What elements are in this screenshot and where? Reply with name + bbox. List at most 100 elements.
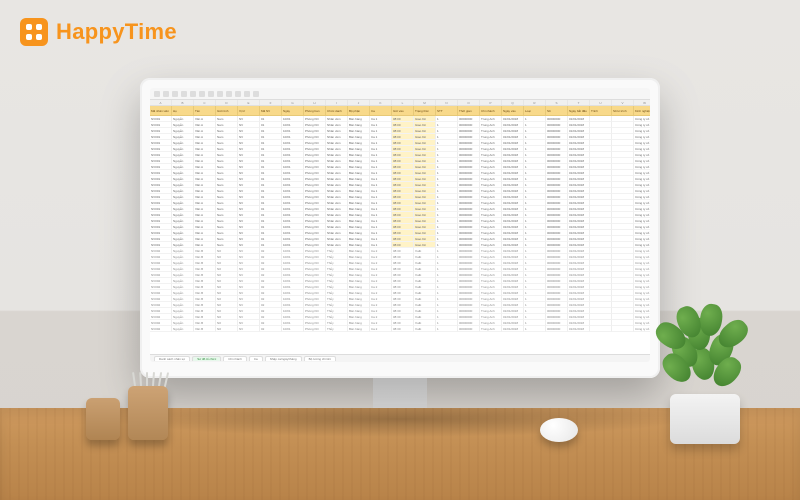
- sheet-tabs: Danh sách nhân sựSơ đồ tổ chứcChi nhánhC…: [150, 354, 650, 362]
- cell: 02: [260, 326, 282, 332]
- header-cell: Trình: [590, 106, 612, 116]
- small-cup: [86, 398, 120, 440]
- brand-logo: HappyTime: [20, 18, 177, 46]
- header-cell: Chức danh: [326, 106, 348, 116]
- column-letter: T: [568, 100, 590, 105]
- header-cell: Trạng thái: [414, 106, 436, 116]
- tool-icon: [235, 91, 241, 97]
- column-letter: A: [150, 100, 172, 105]
- tool-icon: [163, 91, 169, 97]
- brand-icon: [20, 18, 48, 46]
- header-row: Mã nhân viênHọTênGiới tínhVị tríMã NVNgà…: [150, 106, 650, 116]
- column-letter: L: [392, 100, 414, 105]
- column-letter: G: [282, 100, 304, 105]
- tool-icon: [208, 91, 214, 97]
- cell: Xuất: [414, 326, 436, 332]
- column-letter: M: [414, 100, 436, 105]
- header-cell: Bộ phận: [348, 106, 370, 116]
- header-cell: Chi nhánh: [480, 106, 502, 116]
- cell: 01/01/2018: [568, 326, 590, 332]
- column-letter: F: [260, 100, 282, 105]
- column-letter: W: [634, 100, 650, 105]
- column-letter: D: [216, 100, 238, 105]
- table-row: NV002NguyễnVăn BNữNV0210/01Phòng KDThủyB…: [150, 326, 650, 332]
- monitor: ABCDEFGHIJKLMNOPQRSTUVW Mã nhân viênHọTê…: [140, 78, 660, 428]
- column-letter: C: [194, 100, 216, 105]
- sheet-tab[interactable]: Chi nhánh: [223, 356, 247, 361]
- header-cell: Ca: [370, 106, 392, 116]
- sheet-tab[interactable]: Bộ lương chi tiết: [304, 356, 336, 361]
- tool-icon: [190, 91, 196, 97]
- sheet-tab[interactable]: Ca: [249, 356, 263, 361]
- header-cell: Loại: [524, 106, 546, 116]
- column-letter: N: [436, 100, 458, 105]
- monitor-bezel: ABCDEFGHIJKLMNOPQRSTUVW Mã nhân viênHọTê…: [140, 78, 660, 378]
- cell: [612, 326, 634, 332]
- data-rows: NV001NguyễnVăn ANamNV0110/01Phòng KDNhân…: [150, 116, 650, 332]
- column-letter: O: [458, 100, 480, 105]
- computer-mouse: [540, 418, 578, 442]
- cell: Bán hàng: [348, 326, 370, 332]
- column-letter: Q: [502, 100, 524, 105]
- header-cell: Kinh nghiệm: [634, 106, 650, 116]
- tool-icon: [244, 91, 250, 97]
- plant-pot: [670, 394, 740, 444]
- tool-icon: [253, 91, 259, 97]
- column-letter: K: [370, 100, 392, 105]
- cell: Công ty cổ phần ABC: [634, 326, 650, 332]
- header-cell: Vị trí: [238, 106, 260, 116]
- potted-plant: [652, 290, 752, 400]
- header-cell: STT: [436, 106, 458, 116]
- header-cell: Thời gian: [458, 106, 480, 116]
- header-cell: Ngày vào: [502, 106, 524, 116]
- cell: Trung Anh: [480, 326, 502, 332]
- column-letter: V: [612, 100, 634, 105]
- tool-icon: [217, 91, 223, 97]
- cell: 1: [524, 326, 546, 332]
- cell: 00000000: [546, 326, 568, 332]
- cell: 01/01/2018: [502, 326, 524, 332]
- header-cell: Ngày bắt đầu: [568, 106, 590, 116]
- header-cell: Tên: [194, 106, 216, 116]
- tool-icon: [199, 91, 205, 97]
- column-letter: I: [326, 100, 348, 105]
- spreadsheet-screen: ABCDEFGHIJKLMNOPQRSTUVW Mã nhân viênHọTê…: [150, 88, 650, 362]
- header-cell: Số kì trình: [612, 106, 634, 116]
- cell: 10/01: [282, 326, 304, 332]
- header-cell: Mã NV: [260, 106, 282, 116]
- header-cell: Ngày: [282, 106, 304, 116]
- tool-icon: [226, 91, 232, 97]
- cell: Thủy: [326, 326, 348, 332]
- cell: Văn B: [194, 326, 216, 332]
- cell: Nguyễn: [172, 326, 194, 332]
- header-cell: Số: [546, 106, 568, 116]
- sheet-tab[interactable]: Danh sách nhân sự: [154, 356, 190, 361]
- cell: Nữ: [216, 326, 238, 332]
- column-letter: S: [546, 100, 568, 105]
- cell: Ca 2: [370, 326, 392, 332]
- sheet-tab[interactable]: Nhập ca/ngày/tháng: [265, 356, 302, 361]
- tool-icon: [181, 91, 187, 97]
- cell: NV002: [150, 326, 172, 332]
- sheet-tab[interactable]: Sơ đồ tổ chức: [192, 356, 221, 361]
- tool-icon: [172, 91, 178, 97]
- column-letter: J: [348, 100, 370, 105]
- cell: NV: [238, 326, 260, 332]
- cell: 08:30: [392, 326, 414, 332]
- header-cell: Mã nhân viên: [150, 106, 172, 116]
- column-letter: B: [172, 100, 194, 105]
- header-cell: Giờ vào: [392, 106, 414, 116]
- column-letter: H: [304, 100, 326, 105]
- column-letter: U: [590, 100, 612, 105]
- header-cell: Giới tính: [216, 106, 238, 116]
- promo-scene: HappyTime ABCDEFGHIJK: [0, 0, 800, 500]
- column-letter: P: [480, 100, 502, 105]
- spreadsheet-toolbar: [150, 88, 650, 100]
- pencil-holder: [128, 386, 168, 440]
- header-cell: Phòng ban: [304, 106, 326, 116]
- brand-name: HappyTime: [56, 19, 177, 45]
- tool-icon: [154, 91, 160, 97]
- cell: Phòng KD: [304, 326, 326, 332]
- column-letter: R: [524, 100, 546, 105]
- column-letter: E: [238, 100, 260, 105]
